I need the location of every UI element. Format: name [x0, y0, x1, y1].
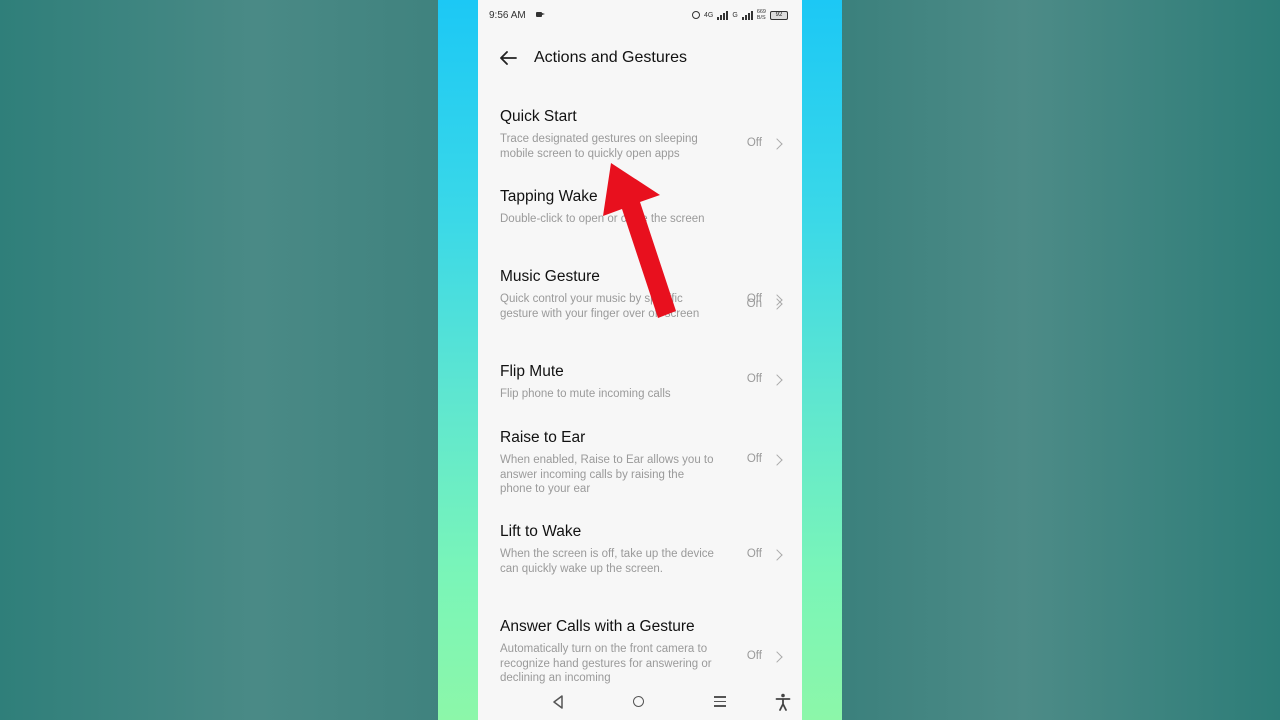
setting-state: Off: [746, 373, 762, 385]
setting-tapping-wake[interactable]: Tapping Wake Double-click to open or clo…: [478, 188, 802, 310]
setting-title: Music Gesture: [500, 268, 600, 285]
chevron-right-icon: [771, 549, 783, 561]
setting-description: When the screen is off, take up the devi…: [500, 548, 714, 575]
network-type-1: 4G: [704, 11, 714, 19]
setting-description: Flip phone to mute incoming calls: [500, 388, 671, 400]
page-title: Actions and Gestures: [534, 49, 687, 66]
chevron-right-icon: [771, 651, 783, 663]
setting-title: Answer Calls with a Gesture: [500, 618, 695, 635]
setting-title: Flip Mute: [500, 363, 564, 380]
menu-lines-icon[interactable]: [714, 696, 726, 710]
network-type-2: G: [732, 11, 738, 19]
chevron-right-icon: [771, 138, 783, 150]
setting-state: Off: [746, 548, 762, 560]
alarm-icon: [692, 11, 701, 19]
status-bar: 9:56 AM 4G G 669 B/S 92: [478, 0, 802, 32]
setting-title: Quick Start: [500, 108, 577, 125]
chevron-right-icon: [771, 374, 783, 386]
phone-screen: 9:56 AM 4G G 669 B/S 92 Actions and Gest…: [478, 0, 802, 720]
setting-description: Double-click to open or close the screen: [500, 213, 705, 225]
arrow-left-icon[interactable]: [498, 48, 518, 68]
setting-flip-mute[interactable]: Flip Mute Flip phone to mute incoming ca…: [478, 363, 802, 411]
chevron-right-icon: [771, 294, 783, 306]
video-camera-icon: [536, 12, 545, 17]
setting-quick-start[interactable]: Quick Start Trace designated gestures on…: [478, 108, 802, 172]
setting-raise-to-ear[interactable]: Raise to Ear When enabled, Raise to Ear …: [478, 429, 802, 509]
setting-description: Trace designated gestures on sleeping mo…: [500, 133, 698, 160]
setting-description: Quick control your music by specific ges…: [500, 293, 700, 320]
setting-description: When enabled, Raise to Ear allows you to…: [500, 454, 714, 496]
triangle-back-icon[interactable]: [552, 695, 564, 709]
setting-title: Tapping Wake: [500, 188, 598, 205]
setting-description: Automatically turn on the front camera t…: [500, 643, 712, 685]
navigation-bar: [478, 688, 802, 716]
accessibility-icon[interactable]: [775, 693, 791, 711]
circle-home-icon[interactable]: [633, 696, 644, 707]
status-icons: 4G G 669 B/S 92: [692, 9, 788, 21]
setting-title: Lift to Wake: [500, 523, 582, 540]
chevron-right-icon: [771, 454, 783, 466]
setting-title: Raise to Ear: [500, 429, 586, 446]
setting-music-gesture[interactable]: Music Gesture Quick control your music b…: [478, 268, 802, 348]
page-header: Actions and Gestures: [478, 40, 802, 76]
signal-icon: [717, 10, 729, 20]
setting-state: Off: [746, 650, 762, 662]
setting-state: Off: [746, 293, 762, 305]
battery-icon: 92: [770, 10, 788, 20]
setting-state: Off: [746, 453, 762, 465]
setting-lift-to-wake[interactable]: Lift to Wake When the screen is off, tak…: [478, 523, 802, 603]
data-speed: 669 B/S: [756, 9, 766, 21]
setting-state: Off: [746, 137, 762, 149]
signal-icon-2: [741, 10, 753, 20]
status-time: 9:56 AM: [489, 10, 526, 21]
setting-answer-calls-gesture[interactable]: Answer Calls with a Gesture Automaticall…: [478, 618, 802, 684]
